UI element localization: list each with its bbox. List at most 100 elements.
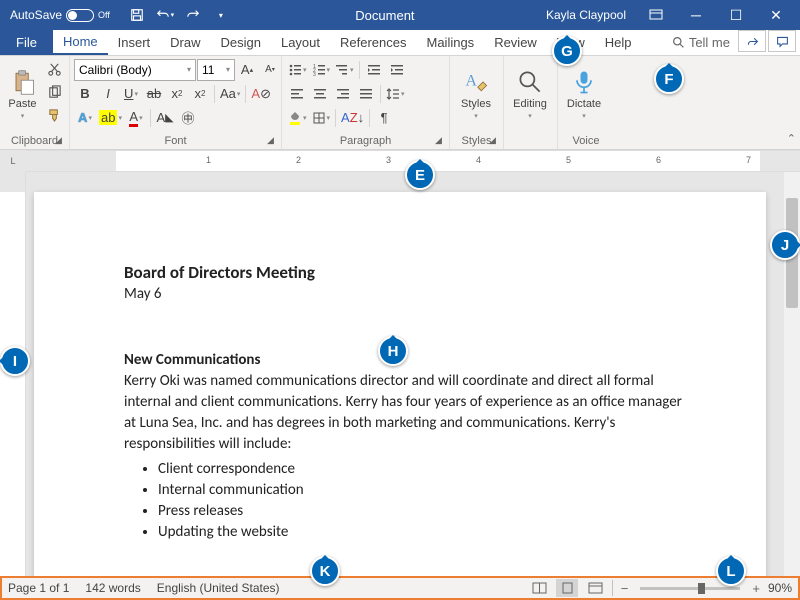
callout-h: H: [378, 336, 408, 366]
horizontal-ruler[interactable]: L 1 2 3 4 5 6 7: [0, 150, 800, 172]
doc-date: May 6: [124, 285, 686, 303]
borders-icon[interactable]: [310, 107, 333, 129]
tell-me-search[interactable]: Tell me: [664, 30, 738, 55]
tab-design[interactable]: Design: [211, 30, 271, 55]
line-spacing-icon[interactable]: [384, 83, 407, 105]
align-center-icon[interactable]: [309, 83, 331, 105]
zoom-in-button[interactable]: +: [750, 581, 762, 596]
cut-icon[interactable]: [43, 58, 65, 80]
maximize-button[interactable]: ☐: [716, 0, 756, 30]
tab-mailings[interactable]: Mailings: [417, 30, 485, 55]
zoom-slider[interactable]: [640, 587, 740, 590]
svg-text:3: 3: [313, 72, 316, 77]
group-styles: A Styles ▾ Styles ◢: [450, 56, 504, 149]
paste-button[interactable]: Paste ▾: [4, 58, 41, 130]
list-item: Updating the website: [158, 522, 686, 543]
callout-e: E: [405, 160, 435, 190]
callout-l: L: [716, 556, 746, 586]
show-marks-icon[interactable]: ¶: [373, 107, 395, 129]
minimize-button[interactable]: ─: [676, 0, 716, 30]
decrease-indent-icon[interactable]: [363, 59, 385, 81]
zoom-out-button[interactable]: −: [619, 581, 631, 596]
tab-draw[interactable]: Draw: [160, 30, 210, 55]
list-item: Client correspondence: [158, 459, 686, 480]
user-name[interactable]: Kayla Claypool: [536, 8, 636, 22]
tab-references[interactable]: References: [330, 30, 416, 55]
autosave-toggle[interactable]: AutoSave Off: [4, 8, 116, 22]
read-mode-icon[interactable]: [528, 579, 550, 597]
comments-button[interactable]: [768, 30, 796, 52]
font-launcher-icon[interactable]: ◢: [267, 135, 279, 147]
status-words[interactable]: 142 words: [85, 581, 140, 595]
clipboard-launcher-icon[interactable]: ◢: [55, 135, 67, 147]
print-layout-icon[interactable]: [556, 579, 578, 597]
group-editing: Editing ▾ .: [504, 56, 558, 149]
justify-icon[interactable]: [355, 83, 377, 105]
status-bar: Page 1 of 1 142 words English (United St…: [0, 576, 800, 600]
editing-button[interactable]: Editing ▾: [508, 58, 552, 130]
group-label-font: Font: [74, 135, 277, 149]
shrink-font-icon[interactable]: A▾: [259, 59, 281, 81]
status-page[interactable]: Page 1 of 1: [8, 581, 69, 595]
group-font: Calibri (Body)▾ 11▾ A▴ A▾ B I U ab x2 x2…: [70, 56, 282, 149]
font-color-icon[interactable]: A: [125, 107, 147, 129]
subscript-icon[interactable]: x2: [166, 83, 188, 105]
undo-icon[interactable]: ▾: [152, 3, 178, 27]
format-painter-icon[interactable]: [43, 104, 65, 126]
bold-icon[interactable]: B: [74, 83, 96, 105]
save-icon[interactable]: [124, 3, 150, 27]
tab-insert[interactable]: Insert: [108, 30, 161, 55]
status-language[interactable]: English (United States): [157, 581, 280, 595]
clear-formatting-icon[interactable]: A⊘: [249, 83, 273, 105]
align-right-icon[interactable]: [332, 83, 354, 105]
callout-g: G: [552, 36, 582, 66]
text-effects-icon[interactable]: A: [74, 107, 96, 129]
superscript-icon[interactable]: x2: [189, 83, 211, 105]
tab-home[interactable]: Home: [53, 30, 108, 55]
highlight-icon[interactable]: ab: [97, 107, 124, 129]
qat-customize-icon[interactable]: ▾: [208, 3, 234, 27]
dictate-button[interactable]: Dictate ▾: [562, 58, 606, 130]
tab-review[interactable]: Review: [484, 30, 547, 55]
styles-button[interactable]: A Styles ▾: [454, 58, 498, 130]
list-item: Press releases: [158, 501, 686, 522]
multilevel-list-icon[interactable]: [333, 59, 356, 81]
autosave-label: AutoSave: [10, 8, 62, 22]
paragraph-launcher-icon[interactable]: ◢: [435, 135, 447, 147]
tab-file[interactable]: File: [0, 30, 53, 55]
bullets-icon[interactable]: [286, 59, 309, 81]
callout-f: F: [654, 64, 684, 94]
svg-text:A: A: [466, 73, 478, 90]
numbering-icon[interactable]: 123: [310, 59, 333, 81]
zoom-level[interactable]: 90%: [768, 581, 792, 595]
doc-body: Kerry Oki was named communications direc…: [124, 371, 686, 455]
tab-help[interactable]: Help: [595, 30, 642, 55]
enclose-icon[interactable]: ㊥: [177, 107, 199, 129]
collapse-ribbon-icon[interactable]: ⌃: [787, 132, 796, 145]
copy-icon[interactable]: [43, 81, 65, 103]
ribbon-display-icon[interactable]: [636, 0, 676, 30]
align-left-icon[interactable]: [286, 83, 308, 105]
shading-icon[interactable]: [286, 107, 309, 129]
callout-k: K: [310, 556, 340, 586]
group-voice: Dictate ▾ Voice: [558, 56, 614, 149]
title-bar: AutoSave Off ▾ ▾ Document Kayla Claypool…: [0, 0, 800, 30]
share-button[interactable]: [738, 30, 766, 52]
sort-icon[interactable]: AZ↓: [339, 107, 366, 129]
font-name-combo[interactable]: Calibri (Body)▾: [74, 59, 196, 81]
tab-layout[interactable]: Layout: [271, 30, 330, 55]
document-page[interactable]: Board of Directors Meeting May 6 New Com…: [34, 192, 766, 576]
change-case-icon[interactable]: Aa: [218, 83, 242, 105]
italic-icon[interactable]: I: [97, 83, 119, 105]
character-shading-icon[interactable]: A◣: [154, 107, 176, 129]
close-button[interactable]: ✕: [756, 0, 796, 30]
underline-icon[interactable]: U: [120, 83, 142, 105]
styles-launcher-icon[interactable]: ◢: [489, 135, 501, 147]
font-size-combo[interactable]: 11▾: [197, 59, 235, 81]
strikethrough-icon[interactable]: ab: [143, 83, 165, 105]
web-layout-icon[interactable]: [584, 579, 606, 597]
grow-font-icon[interactable]: A▴: [236, 59, 258, 81]
increase-indent-icon[interactable]: [386, 59, 408, 81]
redo-icon[interactable]: [180, 3, 206, 27]
ribbon-tabs: File Home Insert Draw Design Layout Refe…: [0, 30, 800, 56]
